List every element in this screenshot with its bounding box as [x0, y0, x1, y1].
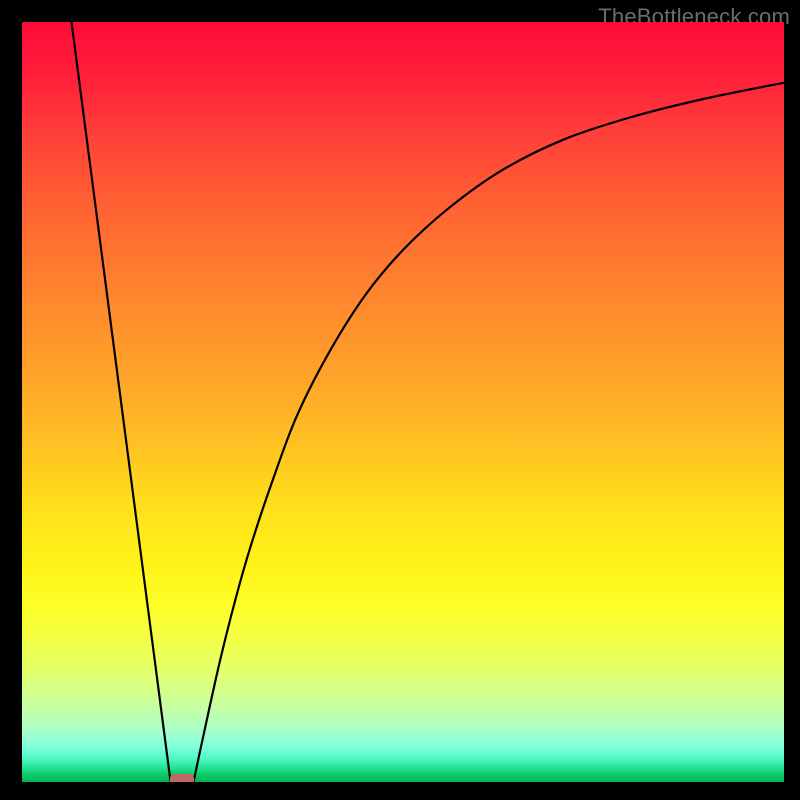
chart-svg — [22, 22, 784, 782]
minimum-marker — [170, 774, 194, 782]
plot-area — [22, 22, 784, 782]
chart-frame: TheBottleneck.com — [0, 0, 800, 800]
curve-right-ascent — [194, 83, 785, 782]
curve-left-descent — [72, 22, 171, 782]
